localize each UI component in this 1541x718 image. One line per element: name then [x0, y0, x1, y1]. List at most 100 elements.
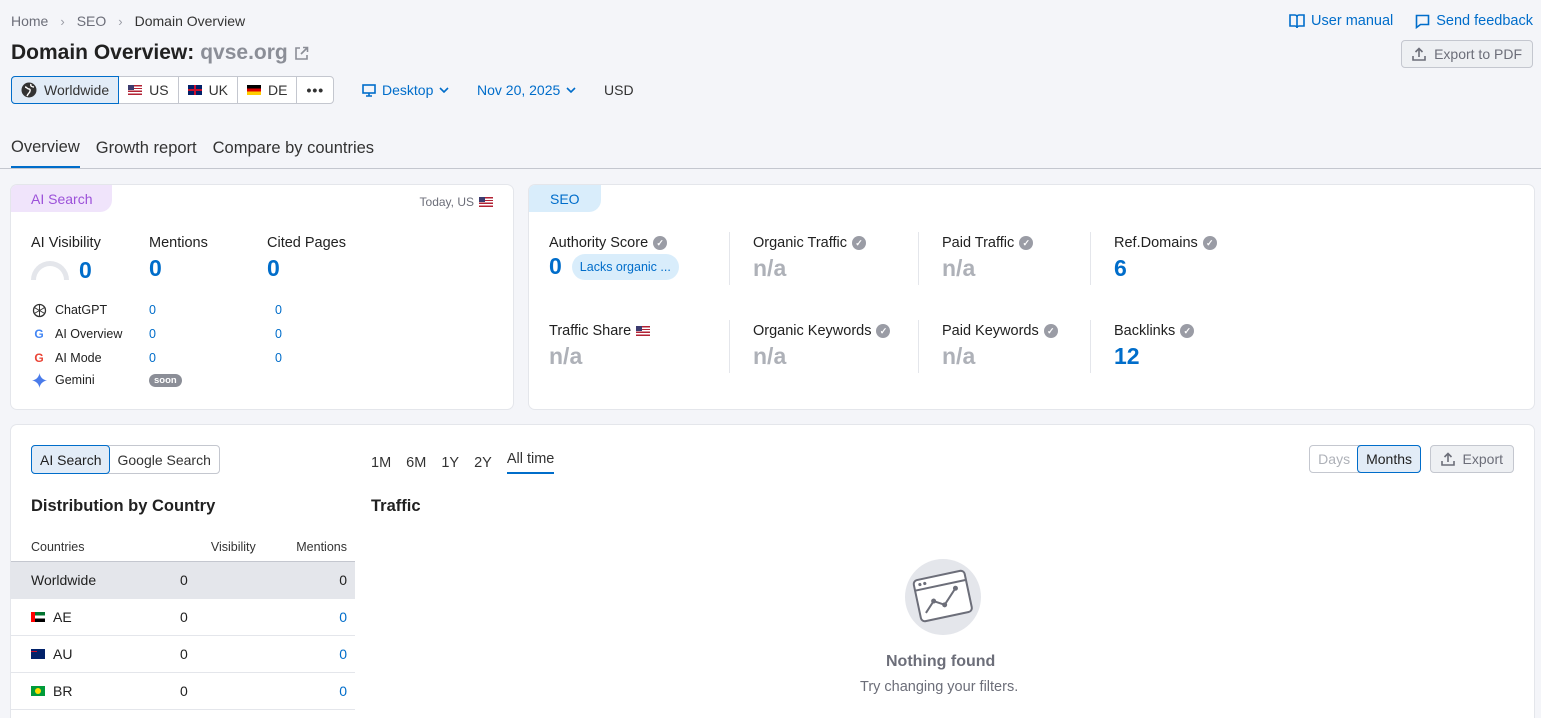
country-visibility: 0	[138, 598, 264, 636]
uk-flag-icon	[187, 85, 202, 95]
gemini-icon	[31, 372, 47, 388]
info-icon[interactable]: ✓	[1043, 324, 1058, 338]
chevron-right-icon: ›	[118, 13, 123, 29]
info-icon[interactable]: ✓	[852, 236, 867, 250]
google-icon: G	[34, 351, 44, 365]
br-flag-icon	[31, 685, 45, 696]
db-uk-button[interactable]: UK	[179, 77, 239, 103]
us-flag-icon	[128, 85, 143, 95]
table-row[interactable]: BR 0 0	[11, 672, 355, 710]
ae-flag-icon	[31, 611, 45, 622]
info-icon[interactable]: ✓	[1202, 236, 1217, 250]
tab-compare-by-countries[interactable]: Compare by countries	[213, 139, 374, 167]
mentions-value[interactable]: 0	[149, 255, 208, 282]
info-icon[interactable]: ✓	[1019, 236, 1034, 250]
globe-icon	[21, 82, 37, 98]
ai-row-mentions[interactable]: 0	[149, 351, 267, 365]
cited-pages-value[interactable]: 0	[267, 255, 346, 282]
divider	[1090, 232, 1091, 285]
date-label: Nov 20, 2025	[477, 82, 561, 98]
export-button[interactable]: Export	[1429, 445, 1514, 473]
period-all-time[interactable]: All time	[506, 451, 555, 474]
col-mentions: Mentions	[263, 533, 355, 562]
db-us-button[interactable]: US	[119, 77, 179, 103]
currency-label[interactable]: USD	[604, 82, 634, 98]
top-links: User manual Send feedback	[1289, 13, 1533, 29]
authority-score-value[interactable]: 0	[549, 253, 562, 280]
db-de-button[interactable]: DE	[238, 77, 298, 103]
country-mentions[interactable]: 0	[263, 672, 355, 710]
divider	[918, 320, 919, 373]
ai-row-name: AI Mode	[55, 351, 102, 365]
tab-overview[interactable]: Overview	[11, 138, 80, 168]
table-row[interactable]: AE 0 0	[11, 598, 355, 636]
granularity-days[interactable]: Days	[1310, 446, 1358, 472]
period-1m[interactable]: 1M	[371, 455, 391, 471]
export-pdf-label: Export to PDF	[1434, 46, 1522, 62]
country-mentions[interactable]: 0	[263, 598, 355, 636]
external-link-icon[interactable]	[294, 46, 309, 61]
visibility-gauge-icon	[31, 261, 69, 280]
ai-row-cited[interactable]: 0	[275, 303, 282, 317]
info-icon[interactable]: ✓	[1180, 324, 1195, 338]
ai-row-cited[interactable]: 0	[275, 327, 282, 341]
period-6m[interactable]: 6M	[406, 455, 426, 471]
authority-score-label: Authority Score	[549, 235, 649, 251]
ref-domains-value[interactable]: 6	[1114, 255, 1217, 282]
table-row[interactable]: Worldwide 0 0	[11, 561, 355, 599]
ai-visibility-value[interactable]: 0	[79, 257, 92, 284]
ai-row-mentions[interactable]: 0	[149, 303, 267, 317]
export-pdf-button[interactable]: Export to PDF	[1401, 40, 1533, 68]
page-title: Domain Overview: qvse.org	[11, 41, 309, 65]
paid-traffic-metric: Paid Traffic ✓ n/a	[942, 235, 1034, 282]
country-cell: AU	[11, 635, 139, 673]
book-icon	[1289, 13, 1305, 28]
period-selector: 1M 6M 1Y 2Y All time	[371, 451, 555, 474]
empty-chart-icon	[905, 559, 981, 635]
chatgpt-icon	[31, 302, 47, 318]
organic-traffic-label: Organic Traffic	[753, 235, 848, 251]
device-selector[interactable]: Desktop	[362, 82, 449, 98]
distribution-title: Distribution by Country	[31, 497, 216, 515]
upload-icon	[1440, 452, 1455, 466]
organic-traffic-value: n/a	[753, 255, 787, 281]
breadcrumb-seo[interactable]: SEO	[77, 13, 107, 29]
period-2y[interactable]: 2Y	[474, 455, 492, 471]
user-manual-link[interactable]: User manual	[1289, 13, 1393, 29]
country-table: Countries Visibility Mentions Worldwide …	[11, 533, 355, 710]
country-visibility: 0	[138, 672, 264, 710]
table-row[interactable]: AU 0 0	[11, 635, 355, 673]
granularity-months[interactable]: Months	[1357, 445, 1421, 473]
info-icon[interactable]: ✓	[876, 324, 891, 338]
col-countries: Countries	[11, 533, 139, 562]
country-mentions[interactable]: 0	[263, 635, 355, 673]
country-cell: BR	[11, 672, 139, 710]
send-feedback-link[interactable]: Send feedback	[1415, 13, 1533, 29]
traffic-share-metric: Traffic Share n/a	[549, 323, 651, 370]
lacks-organic-badge[interactable]: Lacks organic ...	[571, 253, 679, 280]
ai-row-mentions[interactable]: 0	[149, 327, 267, 341]
traffic-share-value: n/a	[549, 343, 583, 369]
toggle-google-search[interactable]: Google Search	[109, 446, 218, 473]
divider	[729, 232, 730, 285]
send-feedback-label: Send feedback	[1436, 13, 1533, 29]
granularity-toggle: Days Months	[1309, 445, 1421, 473]
tab-growth-report[interactable]: Growth report	[96, 139, 197, 167]
more-databases-button[interactable]: •••	[297, 77, 333, 103]
toggle-ai-search[interactable]: AI Search	[31, 445, 111, 474]
country-cell: AE	[11, 598, 139, 636]
device-label: Desktop	[382, 82, 434, 98]
empty-state-title: Nothing found	[886, 653, 996, 670]
info-icon[interactable]: ✓	[653, 236, 668, 250]
ai-row-cited[interactable]: 0	[275, 351, 282, 365]
db-de-label: DE	[268, 82, 288, 98]
db-worldwide-button[interactable]: Worldwide	[11, 76, 120, 104]
breadcrumb-home[interactable]: Home	[11, 13, 48, 29]
date-selector[interactable]: Nov 20, 2025	[477, 82, 576, 98]
country-name: BR	[53, 682, 73, 699]
traffic-title: Traffic	[371, 497, 421, 515]
period-1y[interactable]: 1Y	[441, 455, 459, 471]
organic-keywords-value: n/a	[753, 343, 787, 369]
backlinks-value[interactable]: 12	[1114, 343, 1194, 370]
authority-score-metric: Authority Score ✓ 0 Lacks organic ...	[549, 235, 679, 280]
